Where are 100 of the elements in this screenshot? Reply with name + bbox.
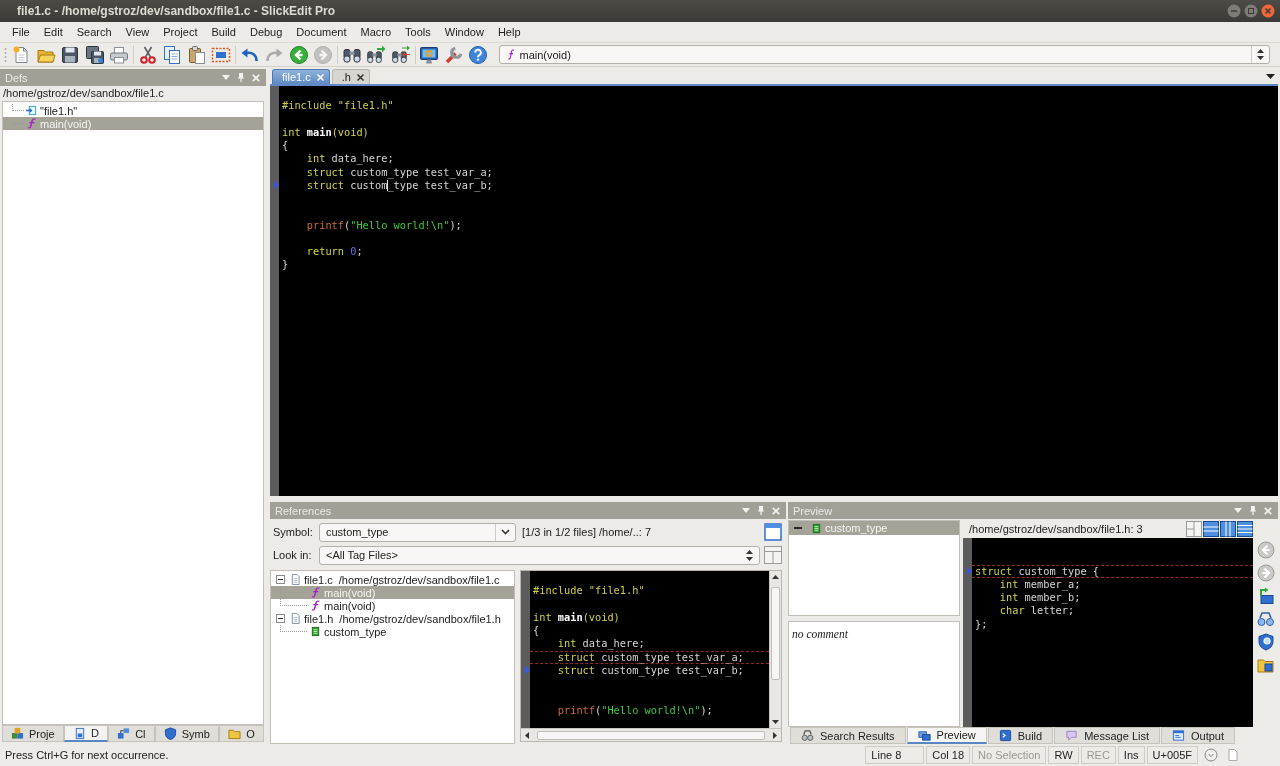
- code-line: };: [975, 617, 988, 630]
- file-icon: [290, 574, 301, 585]
- tree-item[interactable]: "file1.h": [3, 104, 263, 117]
- look-in-combo[interactable]: <All Tag Files>: [319, 545, 760, 565]
- rows-layout-icon[interactable]: [1203, 521, 1219, 537]
- document-icon[interactable]: [1226, 748, 1240, 762]
- panel-tab[interactable]: Cl: [108, 725, 155, 742]
- monitor-icon[interactable]: [419, 44, 440, 65]
- chevron-circle-icon[interactable]: [1204, 748, 1218, 762]
- context-combo[interactable]: main(void): [498, 45, 1270, 64]
- vertical-scrollbar[interactable]: [769, 571, 781, 728]
- tree-item[interactable]: file1.h /home/gstroz/dev/sandbox/file1.h: [271, 612, 514, 625]
- menu-item[interactable]: Project: [156, 24, 205, 40]
- function-icon: [506, 49, 515, 60]
- code-line: #include "file1.h": [533, 584, 645, 597]
- code-line: printf("Hello world!\n");: [306, 218, 462, 231]
- panel-title: References: [275, 504, 332, 517]
- tree-item[interactable]: main(void): [271, 599, 514, 612]
- terminal-icon: [998, 729, 1012, 742]
- panel-tab[interactable]: Message List: [1054, 727, 1160, 744]
- shield-icon: [163, 727, 177, 740]
- tree-item[interactable]: custom_type: [271, 625, 514, 638]
- symbol-combo[interactable]: custom_type: [319, 522, 516, 542]
- maximize-icon[interactable]: [1244, 4, 1258, 18]
- panel-tab[interactable]: Preview: [906, 727, 987, 744]
- code-line: int main(void): [533, 610, 620, 623]
- collapse-box-icon[interactable]: [276, 614, 285, 623]
- close-icon[interactable]: [1261, 4, 1275, 18]
- code-line: {: [533, 624, 540, 636]
- code-line: int member_b;: [999, 591, 1081, 603]
- status-field: Ins: [1117, 746, 1145, 764]
- code-line: printf("Hello world!\n");: [557, 703, 713, 716]
- function-icon: [310, 587, 321, 598]
- documents-icon[interactable]: [162, 44, 183, 65]
- binoculars-arrow-icon[interactable]: [366, 44, 387, 65]
- chevron-down-icon: [501, 529, 510, 535]
- code-line: struct custom_type test_var_b;: [557, 663, 744, 676]
- status-field: REC: [1080, 746, 1116, 764]
- menu-item[interactable]: File: [5, 24, 37, 40]
- menu-item[interactable]: Edit: [36, 24, 70, 40]
- shield-search-icon[interactable]: [1256, 633, 1275, 651]
- code-line: return 0;: [306, 245, 363, 257]
- status-field: Line 8: [865, 746, 925, 764]
- menu-item[interactable]: Document: [289, 24, 354, 40]
- tree-item[interactable]: file1.c /home/gstroz/dev/sandbox/file1.c: [271, 573, 514, 586]
- status-field: U+005F: [1146, 746, 1198, 764]
- columns-layout-icon[interactable]: [1220, 521, 1236, 537]
- collapse-box-icon[interactable]: [276, 575, 285, 584]
- left-arrow-icon[interactable]: [525, 731, 529, 739]
- panel-tab[interactable]: Output: [1161, 727, 1236, 744]
- dropdown-icon[interactable]: [1266, 74, 1275, 79]
- panel-tab[interactable]: Search Results: [790, 727, 906, 744]
- window-icon[interactable]: [764, 523, 782, 541]
- panel-tab[interactable]: O: [219, 725, 264, 742]
- code-line: struct custom_type {: [975, 564, 1099, 577]
- status-field: Col 18: [926, 746, 971, 764]
- floppy-disks-icon[interactable]: [84, 44, 105, 65]
- code-line: {: [282, 139, 289, 151]
- window-title: file1.c - /home/gstroz/dev/sandbox/file1.c - SlickEdit Pro: [17, 4, 336, 18]
- menu-item[interactable]: Tools: [398, 24, 438, 40]
- panel-tab[interactable]: Proje: [2, 725, 64, 742]
- menu-item[interactable]: View: [118, 24, 157, 40]
- folder-cube-icon[interactable]: [1256, 656, 1275, 674]
- binoculars-arrows-icon[interactable]: [390, 44, 411, 65]
- menu-item[interactable]: Debug: [242, 24, 290, 40]
- menu-item[interactable]: Window: [437, 24, 491, 40]
- code-line: }: [282, 258, 289, 271]
- pin-icon[interactable]: [1250, 506, 1256, 515]
- pin-icon[interactable]: [758, 506, 764, 515]
- up-arrow-icon[interactable]: [772, 575, 779, 579]
- list-layout-icon[interactable]: [1237, 521, 1253, 537]
- scissors-icon[interactable]: [137, 44, 158, 65]
- grid-layout-icon[interactable]: [1186, 521, 1202, 537]
- down-arrow-icon[interactable]: [772, 720, 779, 724]
- split-view-icon[interactable]: [764, 546, 782, 564]
- field-label: Symbol:: [273, 526, 314, 538]
- menu-item[interactable]: Search: [69, 24, 119, 40]
- close-icon[interactable]: [356, 73, 364, 81]
- minimize-icon[interactable]: [1227, 4, 1241, 18]
- code-line: #include "file1.h": [282, 99, 394, 112]
- scrollbar-thumb[interactable]: [771, 587, 780, 680]
- menu-item[interactable]: Help: [490, 24, 528, 40]
- match-info: [1/3 in 1/2 files] /home/..: 7: [522, 526, 651, 538]
- panel-tab[interactable]: D: [63, 725, 109, 742]
- spinner-icon: [1257, 49, 1264, 60]
- panel-tab[interactable]: Symb: [154, 725, 220, 742]
- windows-icon: [917, 728, 931, 742]
- clipboard-icon[interactable]: [186, 44, 207, 65]
- help-icon[interactable]: [468, 44, 489, 65]
- horizontal-scrollbar[interactable]: [521, 728, 781, 741]
- wrench-icon[interactable]: [443, 44, 464, 65]
- panel-tab[interactable]: Build: [987, 727, 1054, 744]
- menu-item[interactable]: Build: [204, 24, 243, 40]
- pin-icon[interactable]: [238, 73, 244, 82]
- file-path: /home/gstroz/dev/sandbox/file1.c: [2, 86, 165, 101]
- binoculars-icon[interactable]: [1256, 610, 1275, 628]
- menu-item[interactable]: Macro: [353, 24, 399, 40]
- scrollbar-thumb[interactable]: [537, 730, 765, 740]
- right-arrow-icon[interactable]: [773, 731, 777, 739]
- editor-tab[interactable]: .h: [331, 69, 370, 84]
